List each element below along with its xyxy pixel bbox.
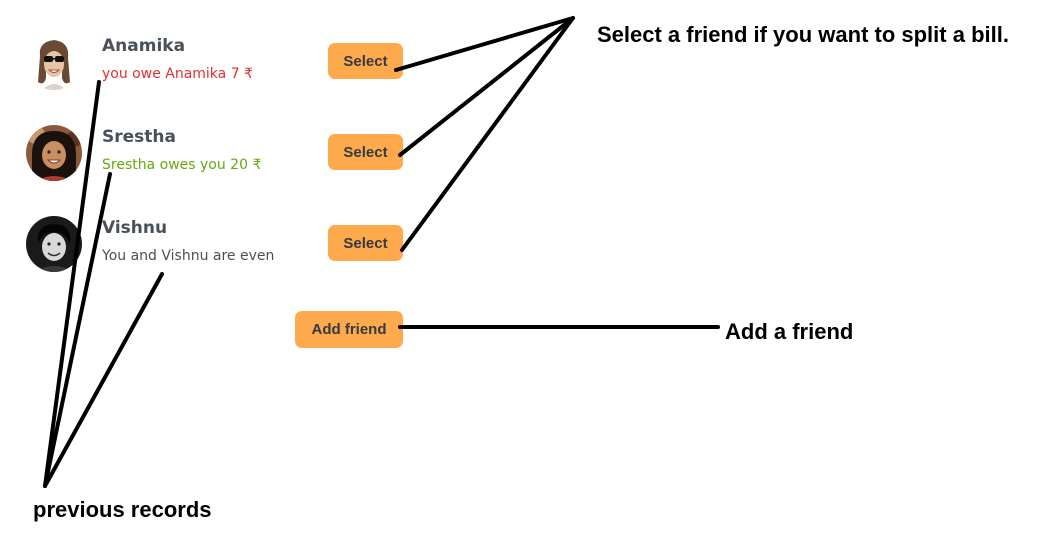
annotation-line bbox=[43, 272, 164, 488]
annotation-select-friend: Select a friend if you want to split a b… bbox=[597, 22, 1009, 47]
annotation-line bbox=[43, 80, 101, 488]
annotation-lines bbox=[43, 16, 720, 488]
annotation-line bbox=[43, 172, 112, 488]
annotation-line bbox=[394, 16, 575, 72]
annotation-previous-records: previous records bbox=[33, 497, 212, 522]
annotation-add-friend: Add a friend bbox=[725, 319, 854, 344]
